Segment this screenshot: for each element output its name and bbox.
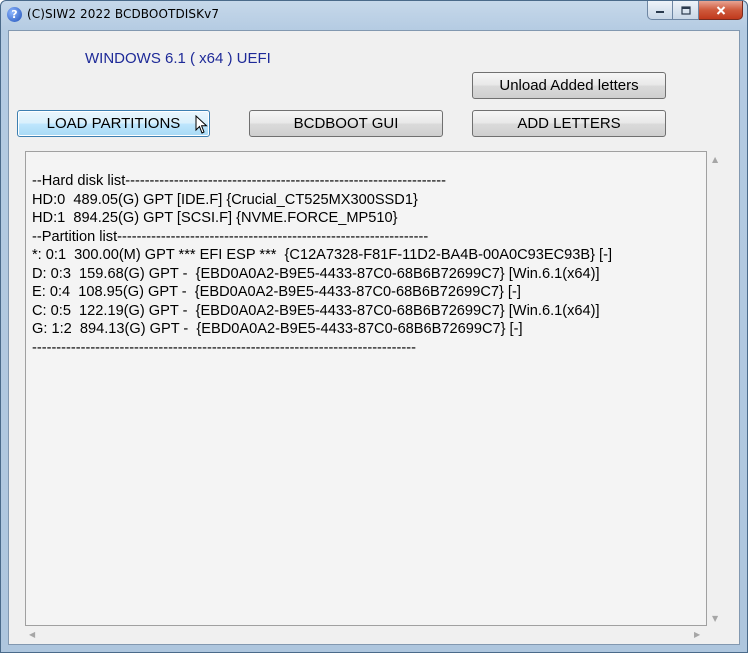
title-bar[interactable]: ? (C)SIW2 2022 BCDBOOTDISKv7 <box>1 1 747 29</box>
window-controls <box>647 1 743 21</box>
mouse-pointer-icon <box>195 115 208 134</box>
output-line: *: 0:1 300.00(M) GPT *** EFI ESP *** {C1… <box>32 247 612 263</box>
output-line: HD:1 894.25(G) GPT [SCSI.F] {NVME.FORCE_… <box>32 210 398 226</box>
maximize-icon <box>680 5 691 15</box>
bcdboot-gui-button[interactable]: BCDBOOT GUI <box>249 110 443 137</box>
output-line: D: 0:3 159.68(G) GPT - {EBD0A0A2-B9E5-44… <box>32 265 600 282</box>
load-partitions-button[interactable]: LOAD PARTITIONS <box>17 110 210 137</box>
os-heading: WINDOWS 6.1 ( x64 ) UEFI <box>85 50 271 67</box>
window-title: (C)SIW2 2022 BCDBOOTDISKv7 <box>27 7 220 21</box>
vertical-scrollbar[interactable]: ▲ ▼ <box>707 151 724 626</box>
scroll-down-icon[interactable]: ▼ <box>712 614 718 624</box>
scroll-up-icon[interactable]: ▲ <box>712 155 718 165</box>
maximize-button[interactable] <box>673 1 699 20</box>
output-line: ----------------------------------------… <box>32 339 416 356</box>
output-lines: --Hard disk list------------------------… <box>32 172 612 357</box>
output-line: --Partition list------------------------… <box>32 228 429 245</box>
close-button[interactable] <box>699 1 743 20</box>
output-line: --Hard disk list------------------------… <box>32 173 446 189</box>
app-window: ? (C)SIW2 2022 BCDBOOTDISKv7 WINDOWS 6.1… <box>0 0 748 653</box>
add-letters-button[interactable]: ADD LETTERS <box>472 110 666 137</box>
output-line: E: 0:4 108.95(G) GPT - {EBD0A0A2-B9E5-44… <box>32 284 521 300</box>
scroll-left-icon[interactable]: ◀ <box>29 630 35 640</box>
output-line: C: 0:5 122.19(G) GPT - {EBD0A0A2-B9E5-44… <box>32 302 600 319</box>
question-icon[interactable]: ? <box>7 7 22 22</box>
client-area: WINDOWS 6.1 ( x64 ) UEFI Unload Added le… <box>8 30 740 645</box>
minimize-icon <box>656 11 664 13</box>
output-line: HD:0 489.05(G) GPT [IDE.F] {Crucial_CT52… <box>32 191 418 208</box>
minimize-button[interactable] <box>647 1 673 20</box>
output-textbox[interactable]: --Hard disk list------------------------… <box>25 151 707 626</box>
unload-added-letters-button[interactable]: Unload Added letters <box>472 72 666 99</box>
horizontal-scrollbar[interactable]: ◀ ▶ <box>25 626 707 643</box>
close-icon <box>716 5 725 15</box>
output-line: G: 1:2 894.13(G) GPT - {EBD0A0A2-B9E5-44… <box>32 321 523 337</box>
scroll-right-icon[interactable]: ▶ <box>694 630 700 640</box>
